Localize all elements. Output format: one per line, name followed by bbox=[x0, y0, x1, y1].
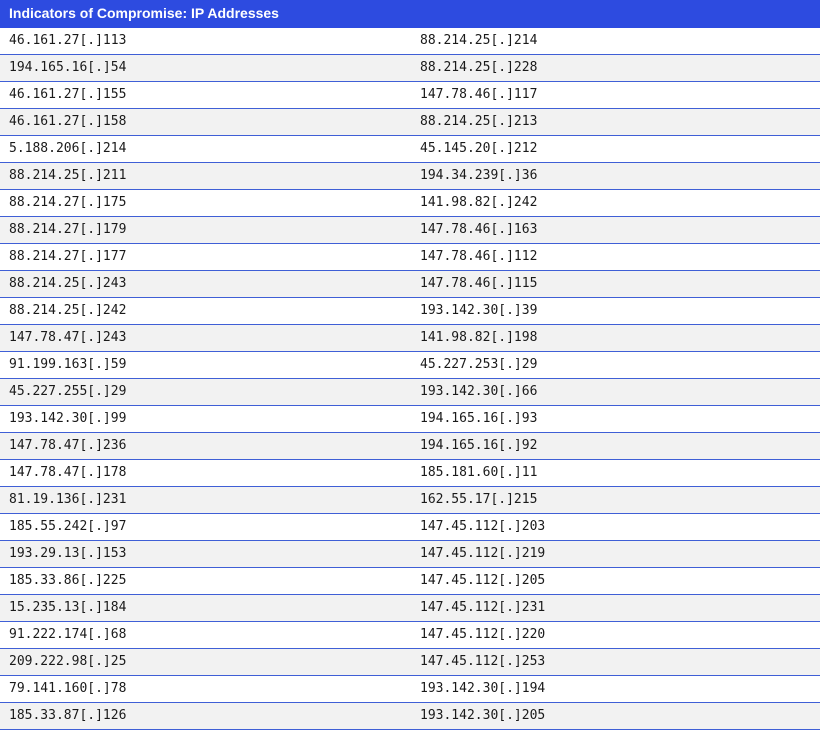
ip-address-cell-right: 147.78.46[.]163 bbox=[410, 216, 820, 244]
ip-address-cell-right: 185.181.60[.]11 bbox=[410, 459, 820, 487]
table-row: 193.29.13[.]153 147.45.112[.]219 bbox=[0, 540, 820, 568]
table-row: 88.214.25[.]211 194.34.239[.]36 bbox=[0, 162, 820, 190]
ip-address-cell-right: 45.145.20[.]212 bbox=[410, 135, 820, 163]
ip-address-cell-right: 147.45.112[.]231 bbox=[410, 594, 820, 622]
ip-address-cell-left: 147.78.47[.]243 bbox=[0, 324, 410, 352]
ip-address-cell-right: 141.98.82[.]198 bbox=[410, 324, 820, 352]
ip-address-cell-left: 147.78.47[.]236 bbox=[0, 432, 410, 460]
ip-address-cell-left: 88.214.25[.]242 bbox=[0, 297, 410, 325]
table-row: 185.55.242[.]97 147.45.112[.]203 bbox=[0, 513, 820, 541]
ip-address-cell-right: 147.45.112[.]203 bbox=[410, 513, 820, 541]
ip-address-cell-left: 193.142.30[.]99 bbox=[0, 405, 410, 433]
table-row: 147.78.47[.]243 141.98.82[.]198 bbox=[0, 324, 820, 352]
table-row: 91.222.174[.]68 147.45.112[.]220 bbox=[0, 621, 820, 649]
table-row: 15.235.13[.]184 147.45.112[.]231 bbox=[0, 594, 820, 622]
ip-address-cell-left: 209.222.98[.]25 bbox=[0, 648, 410, 676]
table-row: 5.188.206[.]214 45.145.20[.]212 bbox=[0, 135, 820, 163]
ip-address-cell-right: 147.45.112[.]253 bbox=[410, 648, 820, 676]
table-body: 46.161.27[.]113 88.214.25[.]214 194.165.16… bbox=[0, 27, 820, 730]
ip-address-cell-left: 5.188.206[.]214 bbox=[0, 135, 410, 163]
ip-address-cell-right: 193.142.30[.]194 bbox=[410, 675, 820, 703]
ip-address-cell-right: 193.142.30[.]205 bbox=[410, 702, 820, 730]
ip-address-cell-left: 194.165.16[.]54 bbox=[0, 54, 410, 82]
table-row: 185.33.86[.]225 147.45.112[.]205 bbox=[0, 567, 820, 595]
table-row: 88.214.25[.]242 193.142.30[.]39 bbox=[0, 297, 820, 325]
table-row: 193.142.30[.]99 194.165.16[.]93 bbox=[0, 405, 820, 433]
table-row: 194.165.16[.]54 88.214.25[.]228 bbox=[0, 54, 820, 82]
ip-address-cell-right: 88.214.25[.]213 bbox=[410, 108, 820, 136]
table-header-row: Indicators of Compromise: IP Addresses bbox=[0, 0, 820, 28]
ip-address-cell-left: 88.214.25[.]243 bbox=[0, 270, 410, 298]
ip-address-cell-right: 147.78.46[.]115 bbox=[410, 270, 820, 298]
ip-address-cell-right: 194.34.239[.]36 bbox=[410, 162, 820, 190]
ip-address-cell-left: 79.141.160[.]78 bbox=[0, 675, 410, 703]
table-row: 88.214.27[.]175 141.98.82[.]242 bbox=[0, 189, 820, 217]
ip-address-cell-left: 15.235.13[.]184 bbox=[0, 594, 410, 622]
ip-address-cell-left: 45.227.255[.]29 bbox=[0, 378, 410, 406]
ip-address-cell-right: 194.165.16[.]92 bbox=[410, 432, 820, 460]
table-header: Indicators of Compromise: IP Addresses bbox=[0, 0, 820, 28]
ip-address-cell-right: 88.214.25[.]228 bbox=[410, 54, 820, 82]
table-row: 147.78.47[.]236 194.165.16[.]92 bbox=[0, 432, 820, 460]
ip-address-cell-right: 147.78.46[.]112 bbox=[410, 243, 820, 271]
table-row: 46.161.27[.]158 88.214.25[.]213 bbox=[0, 108, 820, 136]
ip-address-cell-left: 88.214.27[.]179 bbox=[0, 216, 410, 244]
ip-address-cell-left: 46.161.27[.]158 bbox=[0, 108, 410, 136]
table-row: 46.161.27[.]113 88.214.25[.]214 bbox=[0, 27, 820, 55]
ip-address-cell-right: 147.78.46[.]117 bbox=[410, 81, 820, 109]
ip-address-cell-left: 193.29.13[.]153 bbox=[0, 540, 410, 568]
ip-address-cell-left: 88.214.27[.]177 bbox=[0, 243, 410, 271]
ip-address-cell-right: 194.165.16[.]93 bbox=[410, 405, 820, 433]
table-title: Indicators of Compromise: IP Addresses bbox=[0, 0, 820, 28]
ip-address-cell-right: 193.142.30[.]66 bbox=[410, 378, 820, 406]
table-row: 79.141.160[.]78 193.142.30[.]194 bbox=[0, 675, 820, 703]
table-row: 185.33.87[.]126 193.142.30[.]205 bbox=[0, 702, 820, 730]
table-row: 147.78.47[.]178 185.181.60[.]11 bbox=[0, 459, 820, 487]
ip-address-cell-right: 45.227.253[.]29 bbox=[410, 351, 820, 379]
table-row: 46.161.27[.]155 147.78.46[.]117 bbox=[0, 81, 820, 109]
ip-address-cell-right: 147.45.112[.]205 bbox=[410, 567, 820, 595]
table-row: 88.214.25[.]243 147.78.46[.]115 bbox=[0, 270, 820, 298]
ip-address-cell-left: 147.78.47[.]178 bbox=[0, 459, 410, 487]
ip-address-cell-right: 162.55.17[.]215 bbox=[410, 486, 820, 514]
ip-address-cell-left: 185.33.87[.]126 bbox=[0, 702, 410, 730]
table-row: 81.19.136[.]231 162.55.17[.]215 bbox=[0, 486, 820, 514]
ip-address-cell-left: 185.55.242[.]97 bbox=[0, 513, 410, 541]
ip-address-cell-left: 88.214.27[.]175 bbox=[0, 189, 410, 217]
table-row: 45.227.255[.]29 193.142.30[.]66 bbox=[0, 378, 820, 406]
ip-address-cell-right: 88.214.25[.]214 bbox=[410, 27, 820, 55]
ip-address-cell-right: 141.98.82[.]242 bbox=[410, 189, 820, 217]
table-row: 91.199.163[.]59 45.227.253[.]29 bbox=[0, 351, 820, 379]
ip-address-cell-right: 147.45.112[.]220 bbox=[410, 621, 820, 649]
ip-address-cell-right: 147.45.112[.]219 bbox=[410, 540, 820, 568]
ip-address-cell-left: 88.214.25[.]211 bbox=[0, 162, 410, 190]
ip-address-cell-left: 46.161.27[.]155 bbox=[0, 81, 410, 109]
table-row: 209.222.98[.]25 147.45.112[.]253 bbox=[0, 648, 820, 676]
table-row: 88.214.27[.]179 147.78.46[.]163 bbox=[0, 216, 820, 244]
ip-address-cell-left: 185.33.86[.]225 bbox=[0, 567, 410, 595]
ip-address-cell-left: 91.199.163[.]59 bbox=[0, 351, 410, 379]
ip-address-cell-left: 81.19.136[.]231 bbox=[0, 486, 410, 514]
table-row: 88.214.27[.]177 147.78.46[.]112 bbox=[0, 243, 820, 271]
ioc-ip-table: Indicators of Compromise: IP Addresses 4… bbox=[0, 0, 820, 730]
ip-address-cell-left: 46.161.27[.]113 bbox=[0, 27, 410, 55]
ip-address-cell-right: 193.142.30[.]39 bbox=[410, 297, 820, 325]
ip-address-cell-left: 91.222.174[.]68 bbox=[0, 621, 410, 649]
